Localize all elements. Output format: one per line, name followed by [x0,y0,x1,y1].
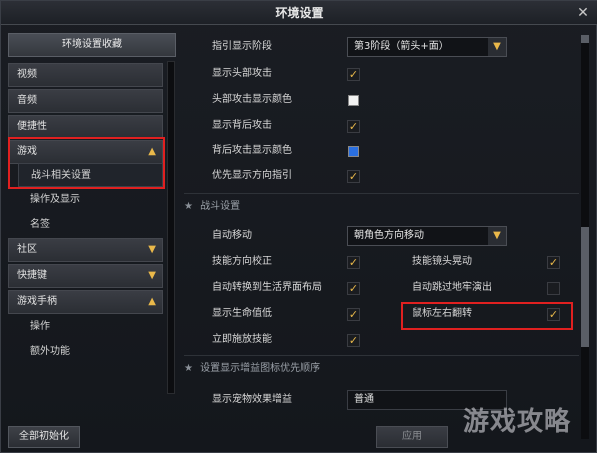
auto-move-dropdown[interactable]: 朝角色方向移动 ▼ [347,226,507,246]
favorites-button[interactable]: 环境设置收藏 [8,33,176,57]
sidebar-subitem-extra[interactable]: 额外功能 [18,340,163,364]
instant-cast-checkbox[interactable]: ✓ [347,334,360,347]
sidebar-item-label: 操作及显示 [30,194,80,205]
highlight-box [401,302,573,330]
section-divider [184,355,579,356]
auto-switch-life-label: 自动转换到生活界面布局 [212,282,322,293]
apply-button[interactable]: 应用 [376,426,448,448]
window-title: 环境设置 [275,6,324,20]
sidebar-subitem-control-display[interactable]: 操作及显示 [18,188,163,212]
highlight-box [8,137,165,189]
auto-skip-dungeon-label: 自动跳过地牢演出 [412,282,492,293]
sidebar-subitem-gamepad-control[interactable]: 操作 [18,315,163,339]
auto-switch-life-checkbox[interactable]: ✓ [347,282,360,295]
scrollbar-top [581,35,589,43]
combat-section-header: ★ 战斗设置 [184,196,579,218]
sidebar-item-gamepad[interactable]: 游戏手柄 ▲ [8,290,163,314]
chevron-down-icon: ▼ [488,227,506,245]
star-icon: ★ [184,201,193,212]
chevron-down-icon: ▼ [148,270,156,281]
indicator-stage-dropdown[interactable]: 第3阶段（箭头+面） ▼ [347,37,507,57]
sidebar-item-label: 名签 [30,219,50,230]
sidebar-subitem-nametag[interactable]: 名签 [18,213,163,237]
sidebar-item-convenience[interactable]: 便捷性 [8,115,163,139]
window-titlebar: 环境设置 ✕ [1,1,597,25]
pet-buff-label: 显示宠物效果增益 [212,394,292,405]
dropdown-value: 第3阶段（箭头+面） [354,41,449,52]
sidebar-scrollbar[interactable] [167,61,175,394]
section-title: 设置显示增益图标优先顺序 [200,363,321,374]
direction-priority-label: 优先显示方向指引 [212,170,292,181]
instant-cast-label: 立即施放技能 [212,334,272,345]
skill-dir-correct-label: 技能方向校正 [212,256,272,267]
sidebar-item-video[interactable]: 视频 [8,63,163,87]
sidebar-item-label: 视频 [17,69,37,80]
sidebar-item-label: 游戏手柄 [17,296,57,307]
skill-cam-shake-label: 技能镜头晃动 [412,256,472,267]
show-back-attack-checkbox[interactable]: ✓ [347,120,360,133]
back-attack-color-swatch[interactable] [348,146,359,157]
sidebar-item-label: 音频 [17,95,37,106]
head-attack-color-swatch[interactable] [348,95,359,106]
show-head-attack-checkbox[interactable]: ✓ [347,68,360,81]
chevron-down-icon: ▼ [488,38,506,56]
sidebar-item-label: 快捷键 [17,270,47,281]
scrollbar-thumb[interactable] [581,227,589,347]
skill-dir-correct-checkbox[interactable]: ✓ [347,256,360,269]
show-back-attack-label: 显示背后攻击 [212,120,272,131]
settings-content: 指引显示阶段 第3阶段（箭头+面） ▼ 显示头部攻击 ✓ 头部攻击显示颜色 显示… [184,33,579,423]
settings-sidebar: 环境设置收藏 视频 音频 便捷性 游戏 ▲ 战斗相关设置 操作及显示 名签 社区… [6,33,177,441]
section-title: 战斗设置 [200,201,241,212]
sidebar-item-label: 操作 [30,321,50,332]
chevron-down-icon: ▼ [148,244,156,255]
reset-all-button[interactable]: 全部初始化 [8,426,80,448]
buff-section-header: ★ 设置显示增益图标优先顺序 [184,358,579,380]
auto-skip-dungeon-checkbox[interactable] [547,282,560,295]
sidebar-item-label: 额外功能 [30,346,70,357]
sidebar-item-hotkeys[interactable]: 快捷键 ▼ [8,264,163,288]
auto-move-label: 自动移动 [212,230,252,241]
direction-priority-checkbox[interactable]: ✓ [347,170,360,183]
skill-cam-shake-checkbox[interactable]: ✓ [547,256,560,269]
chevron-up-icon: ▲ [148,296,156,307]
sidebar-item-community[interactable]: 社区 ▼ [8,238,163,262]
watermark: 游戏攻略 [463,407,572,437]
section-divider [184,193,579,194]
show-head-attack-label: 显示头部攻击 [212,68,272,79]
indicator-stage-label: 指引显示阶段 [212,41,272,52]
dropdown-value: 朝角色方向移动 [354,230,424,241]
close-icon[interactable]: ✕ [574,4,592,22]
sidebar-item-label: 社区 [17,244,37,255]
back-attack-color-label: 背后攻击显示颜色 [212,145,292,156]
show-hp-label: 显示生命值低 [212,308,272,319]
head-attack-color-label: 头部攻击显示颜色 [212,94,292,105]
star-icon: ★ [184,363,193,374]
settings-window: 环境设置 ✕ 环境设置收藏 视频 音频 便捷性 游戏 ▲ 战斗相关设置 操作及显… [0,0,597,453]
show-hp-checkbox[interactable]: ✓ [347,308,360,321]
dropdown-value: 普通 [354,394,374,405]
sidebar-item-audio[interactable]: 音频 [8,89,163,113]
sidebar-item-label: 便捷性 [17,121,47,132]
